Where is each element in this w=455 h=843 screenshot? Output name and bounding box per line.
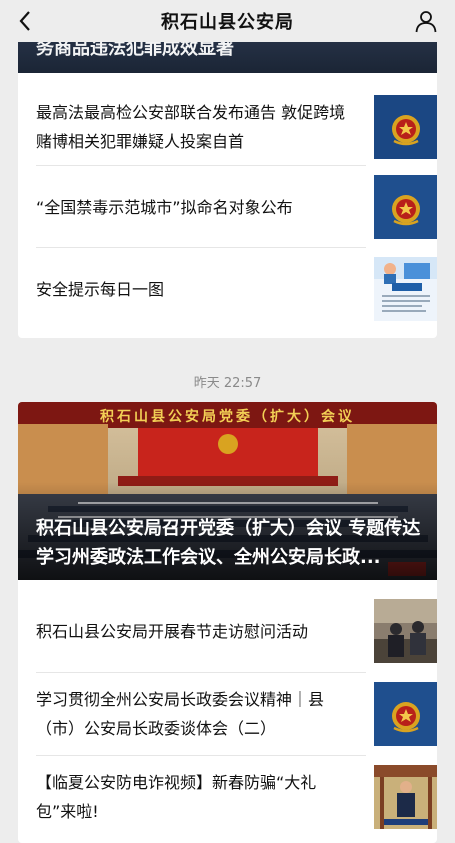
article-title: “全国禁毒示范城市”拟命名对象公布	[36, 197, 293, 217]
list-item[interactable]: 安全提示每日一图	[36, 248, 437, 330]
list-item[interactable]: 积石山县公安局开展春节走访慰问活动	[36, 590, 437, 672]
safety-tip-thumbnail	[374, 257, 437, 321]
article-card-1: 务商品违法犯罪成效显著 最高法最高检公安部联合发布通告 敦促跨境赌博相关犯罪嫌疑…	[18, 20, 437, 338]
article-title: 【临夏公安防电诈视频】新春防骗“大礼包”来啦!	[36, 773, 317, 821]
list-item[interactable]: 最高法最高检公安部联合发布通告 敦促跨境赌博相关犯罪嫌疑人投案自首	[36, 86, 437, 168]
article-title: 安全提示每日一图	[36, 279, 165, 299]
hero-image[interactable]: 积石山县公安局党委（扩大）会议 积石山县公安局召开党委（扩大）会议 专题传达学习…	[18, 402, 437, 580]
timestamp: 昨天 22:57	[193, 376, 262, 391]
police-emblem-thumbnail	[374, 682, 437, 746]
profile-button[interactable]	[411, 6, 441, 36]
article-title: 学习贯彻全州公安局长政委会议精神｜县（市）公安局长政委谈体会（二）	[36, 690, 325, 738]
meeting-banner-text: 积石山县公安局党委（扩大）会议	[100, 409, 355, 425]
article-title: 积石山县公安局开展春节走访慰问活动	[36, 621, 309, 641]
navigation-bar: 积石山县公安局	[0, 0, 455, 42]
back-button[interactable]	[10, 6, 40, 36]
list-item[interactable]: 【临夏公安防电诈视频】新春防骗“大礼包”来啦!	[36, 756, 437, 838]
list-item[interactable]: “全国禁毒示范城市”拟命名对象公布	[36, 166, 437, 248]
video-thumbnail	[374, 765, 437, 829]
visit-photo-thumbnail	[374, 599, 437, 663]
list-item[interactable]: 学习贯彻全州公安局长政委会议精神｜县（市）公安局长政委谈体会（二）	[36, 673, 437, 755]
article-title: 最高法最高检公安部联合发布通告 敦促跨境赌博相关犯罪嫌疑人投案自首	[36, 103, 346, 151]
page-title: 积石山县公安局	[161, 12, 294, 33]
police-emblem-thumbnail	[374, 175, 437, 239]
hero-caption: 积石山县公安局召开党委（扩大）会议 专题传达学习州委政法工作会议、全州公安局长政…	[36, 518, 421, 568]
article-card-2: 积石山县公安局党委（扩大）会议 积石山县公安局召开党委（扩大）会议 专题传达学习…	[18, 402, 437, 843]
chevron-left-icon	[19, 11, 30, 31]
user-icon	[415, 11, 437, 33]
police-emblem-thumbnail	[374, 95, 437, 159]
